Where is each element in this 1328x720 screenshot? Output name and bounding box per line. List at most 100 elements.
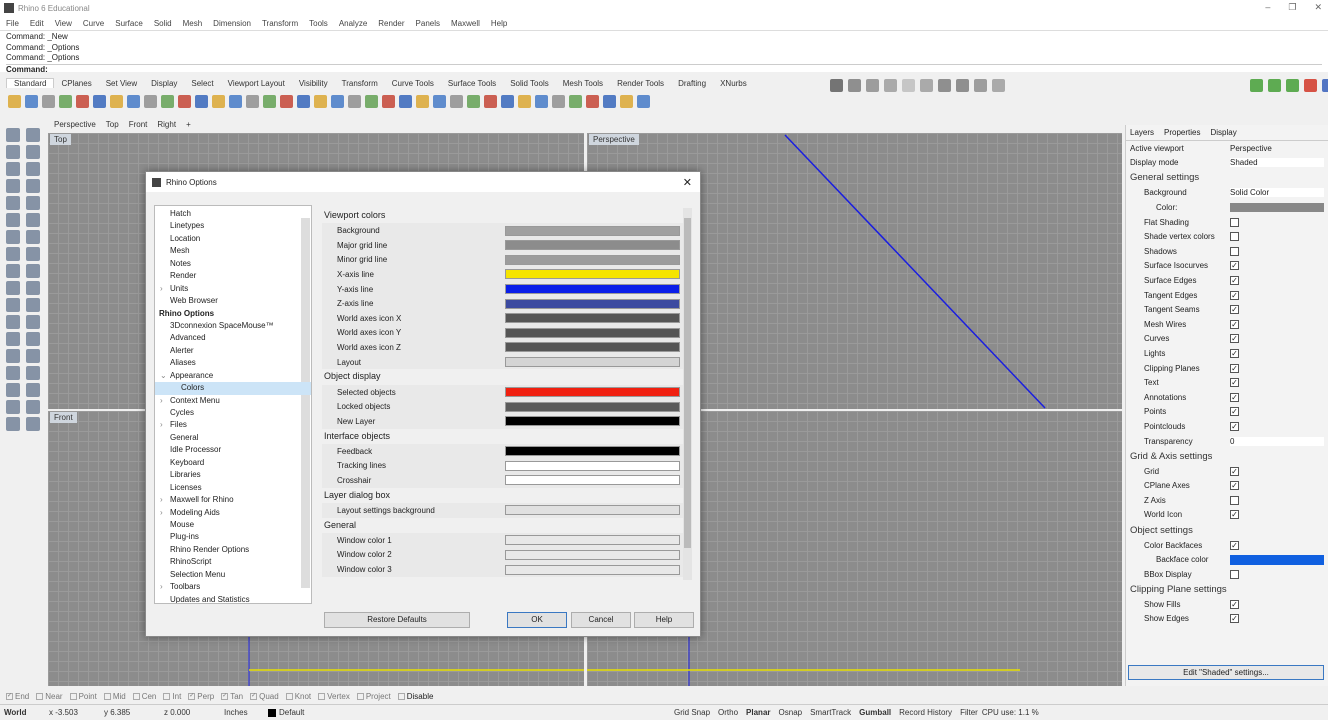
tree-item-rhino-render-options[interactable]: Rhino Render Options bbox=[155, 544, 311, 556]
toolbar-button-icon[interactable] bbox=[938, 79, 951, 92]
tool-icon[interactable] bbox=[26, 315, 40, 329]
menu-item-view[interactable]: View bbox=[55, 19, 72, 28]
color-swatch[interactable] bbox=[505, 327, 680, 338]
chevron-icon[interactable]: › bbox=[160, 395, 163, 407]
tree-item-rhinoscript[interactable]: RhinoScript bbox=[155, 556, 311, 568]
toolbar-button-icon[interactable] bbox=[59, 94, 72, 108]
transparency-input[interactable]: 0 bbox=[1230, 436, 1324, 446]
osnap-checkbox[interactable] bbox=[163, 692, 171, 700]
tree-item-plug-ins[interactable]: Plug-ins bbox=[155, 531, 311, 543]
toolbar-button-icon[interactable] bbox=[42, 94, 55, 108]
tool-icon[interactable] bbox=[6, 298, 20, 312]
setting-checkbox[interactable]: ✓ bbox=[1230, 305, 1239, 315]
tool-icon[interactable] bbox=[6, 349, 20, 363]
render-tool-icon[interactable] bbox=[1322, 79, 1328, 92]
tree-item-web-browser[interactable]: Web Browser bbox=[155, 295, 311, 307]
background-color-swatch[interactable] bbox=[1230, 203, 1324, 213]
setting-checkbox[interactable] bbox=[1230, 217, 1239, 227]
bbox-display-checkbox[interactable] bbox=[1230, 569, 1239, 579]
viewport-tab-add[interactable]: + bbox=[186, 120, 191, 133]
toolbar-tab-select[interactable]: Select bbox=[184, 79, 220, 88]
ok-button[interactable]: OK bbox=[507, 612, 567, 628]
osnap-checkbox[interactable] bbox=[132, 692, 140, 700]
tool-icon[interactable] bbox=[6, 383, 20, 397]
menu-item-tools[interactable]: Tools bbox=[309, 19, 328, 28]
color-swatch[interactable] bbox=[505, 298, 680, 309]
tab-properties[interactable]: Properties bbox=[1164, 128, 1200, 137]
setting-checkbox[interactable]: ✓ bbox=[1230, 349, 1239, 359]
chevron-icon[interactable]: › bbox=[160, 419, 163, 431]
restore-defaults-button[interactable]: Restore Defaults bbox=[324, 612, 470, 628]
toolbar-button-icon[interactable] bbox=[484, 94, 497, 108]
setting-checkbox[interactable]: ✓ bbox=[1230, 481, 1239, 491]
status-toggle-ortho[interactable]: Ortho bbox=[718, 708, 738, 717]
toolbar-button-icon[interactable] bbox=[603, 94, 616, 108]
maximize-button[interactable]: ❐ bbox=[1288, 2, 1296, 13]
command-area[interactable]: Command: _New Command: _Options Command:… bbox=[0, 30, 1328, 74]
setting-checkbox[interactable]: ✓ bbox=[1230, 378, 1239, 388]
viewport-tab-front[interactable]: Front bbox=[129, 120, 148, 133]
current-layer[interactable]: Default bbox=[279, 708, 399, 717]
render-tool-icon[interactable] bbox=[1268, 79, 1281, 92]
toolbar-button-icon[interactable] bbox=[161, 94, 174, 108]
color-swatch[interactable] bbox=[505, 549, 680, 560]
tree-item-rhino-options[interactable]: Rhino Options bbox=[155, 308, 311, 320]
status-toggle-planar[interactable]: Planar bbox=[746, 708, 770, 717]
toolbar-tab-xnurbs[interactable]: XNurbs bbox=[713, 79, 754, 88]
toolbar-button-icon[interactable] bbox=[956, 79, 969, 92]
tool-icon[interactable] bbox=[6, 332, 20, 346]
tree-item-alerter[interactable]: Alerter bbox=[155, 345, 311, 357]
render-tool-icon[interactable] bbox=[1304, 79, 1317, 92]
toolbar-button-icon[interactable] bbox=[884, 79, 897, 92]
close-icon[interactable]: ✕ bbox=[683, 176, 692, 189]
tree-item-advanced[interactable]: Advanced bbox=[155, 332, 311, 344]
toolbar-button-icon[interactable] bbox=[93, 94, 106, 108]
tree-item-colors[interactable]: Colors bbox=[155, 382, 311, 395]
toolbar-button-icon[interactable] bbox=[348, 94, 361, 108]
osnap-mid[interactable]: Mid bbox=[103, 692, 126, 701]
edit-shaded-settings-button[interactable]: Edit "Shaded" settings... bbox=[1128, 665, 1324, 680]
toolbar-tab-curve-tools[interactable]: Curve Tools bbox=[385, 79, 441, 88]
toolbar-button-icon[interactable] bbox=[535, 94, 548, 108]
color-swatch[interactable] bbox=[505, 240, 680, 251]
color-swatch[interactable] bbox=[505, 535, 680, 546]
chevron-icon[interactable]: › bbox=[160, 283, 163, 295]
tool-icon[interactable] bbox=[6, 264, 20, 278]
setting-checkbox[interactable]: ✓ bbox=[1230, 510, 1239, 520]
menu-item-panels[interactable]: Panels bbox=[416, 19, 440, 28]
tree-item-aliases[interactable]: Aliases bbox=[155, 357, 311, 369]
tool-icon[interactable] bbox=[26, 179, 40, 193]
osnap-checkbox[interactable] bbox=[285, 692, 293, 700]
osnap-end[interactable]: ✓ End bbox=[6, 692, 29, 701]
tree-item-mesh[interactable]: Mesh bbox=[155, 245, 311, 257]
toolbar-button-icon[interactable] bbox=[501, 94, 514, 108]
toolbar-button-icon[interactable] bbox=[297, 94, 310, 108]
tool-icon[interactable] bbox=[6, 315, 20, 329]
toolbar-button-icon[interactable] bbox=[992, 79, 1005, 92]
viewport-tab-right[interactable]: Right bbox=[157, 120, 176, 133]
color-swatch[interactable] bbox=[505, 342, 680, 353]
tree-item-toolbars[interactable]: › Toolbars bbox=[155, 581, 311, 593]
tool-icon[interactable] bbox=[26, 230, 40, 244]
toolbar-button-icon[interactable] bbox=[144, 94, 157, 108]
color-swatch[interactable] bbox=[505, 475, 680, 486]
color-swatch[interactable] bbox=[505, 564, 680, 575]
menu-item-help[interactable]: Help bbox=[491, 19, 507, 28]
tool-icon[interactable] bbox=[26, 298, 40, 312]
command-prompt[interactable]: Command: bbox=[6, 63, 1322, 76]
tool-icon[interactable] bbox=[6, 128, 20, 142]
osnap-checkbox[interactable]: ✓ bbox=[221, 692, 229, 700]
toolbar-tab-visibility[interactable]: Visibility bbox=[292, 79, 335, 88]
status-toggle-grid-snap[interactable]: Grid Snap bbox=[674, 708, 710, 717]
colors-scrollbar[interactable] bbox=[683, 208, 692, 580]
toolbar-button-icon[interactable] bbox=[866, 79, 879, 92]
toolbar-button-icon[interactable] bbox=[902, 79, 915, 92]
setting-checkbox[interactable]: ✓ bbox=[1230, 421, 1239, 431]
tool-icon[interactable] bbox=[6, 145, 20, 159]
background-select[interactable]: Solid Color bbox=[1230, 188, 1324, 198]
toolbar-button-icon[interactable] bbox=[467, 94, 480, 108]
toolbar-button-icon[interactable] bbox=[76, 94, 89, 108]
tool-icon[interactable] bbox=[26, 417, 40, 431]
menu-item-curve[interactable]: Curve bbox=[83, 19, 104, 28]
viewport-tab-perspective[interactable]: Perspective bbox=[54, 120, 96, 133]
